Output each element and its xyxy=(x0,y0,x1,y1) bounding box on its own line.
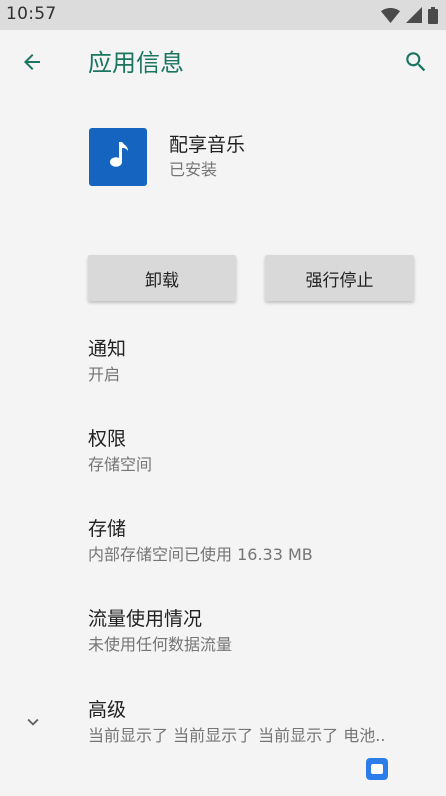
setting-title: 存储 xyxy=(88,518,127,540)
battery-icon xyxy=(428,6,438,24)
setting-summary: 存储空间 xyxy=(88,455,153,474)
setting-title: 通知 xyxy=(88,338,127,360)
watermark-logo-icon xyxy=(366,758,388,780)
chevron-down-icon xyxy=(20,709,46,735)
music-note-icon xyxy=(105,140,131,174)
app-name: 配享音乐 xyxy=(169,134,246,156)
setting-item-data-usage[interactable]: 流量使用情况 未使用任何数据流量 xyxy=(0,606,446,692)
app-header: 配享音乐 已安装 xyxy=(0,96,446,220)
status-time: 10:57 xyxy=(6,4,57,24)
app-info-screen: 10:57 应用信息 配享音乐 已安装 卸载 强行停止 通知 开启 权限 存储空… xyxy=(0,0,446,796)
app-install-status: 已安装 xyxy=(169,160,218,179)
back-button[interactable] xyxy=(12,44,52,84)
signal-icon xyxy=(406,7,422,23)
force-stop-button[interactable]: 强行停止 xyxy=(265,255,414,301)
uninstall-button[interactable]: 卸载 xyxy=(88,255,236,301)
setting-item-storage[interactable]: 存储 内部存储空间已使用 16.33 MB xyxy=(0,516,446,602)
arrow-back-icon xyxy=(20,50,44,78)
wifi-icon xyxy=(381,7,400,23)
page-title: 应用信息 xyxy=(88,49,184,77)
search-icon xyxy=(403,49,429,79)
setting-title: 权限 xyxy=(88,428,127,450)
setting-summary: 开启 xyxy=(88,365,121,384)
watermark-logo xyxy=(366,756,444,782)
setting-summary: 内部存储空间已使用 16.33 MB xyxy=(88,545,313,564)
status-bar: 10:57 xyxy=(0,0,446,30)
status-icons xyxy=(381,6,438,24)
setting-title: 高级 xyxy=(88,699,127,721)
setting-title: 流量使用情况 xyxy=(88,608,203,630)
setting-item-permissions[interactable]: 权限 存储空间 xyxy=(0,426,446,512)
app-bar: 应用信息 xyxy=(0,30,446,96)
app-icon xyxy=(89,128,147,186)
search-button[interactable] xyxy=(396,44,436,84)
setting-summary: 未使用任何数据流量 xyxy=(88,635,233,654)
setting-summary: 当前显示了 当前显示了 当前显示了 电池.. xyxy=(88,726,386,745)
setting-item-notifications[interactable]: 通知 开启 xyxy=(0,336,446,422)
